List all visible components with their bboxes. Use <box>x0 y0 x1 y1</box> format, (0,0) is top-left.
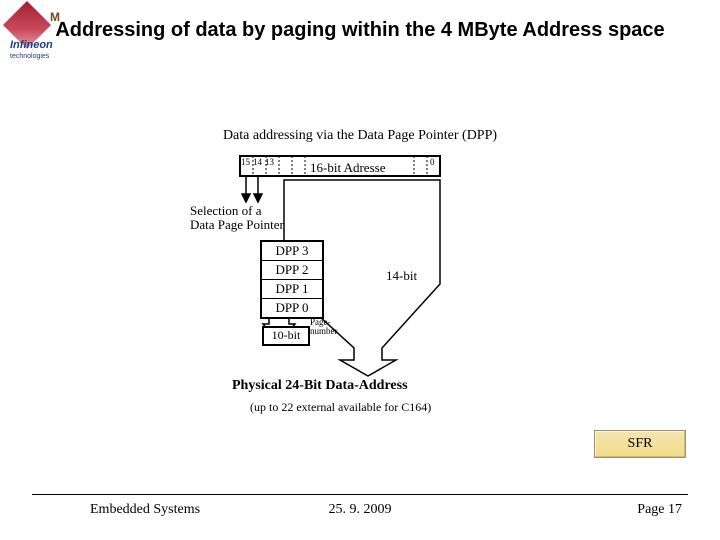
page-subtitle: Data addressing via the Data Page Pointe… <box>0 128 720 144</box>
sixteen-bit-label: 16-bit Adresse <box>310 160 385 176</box>
bit-label-0: 0 <box>430 157 435 167</box>
bit-label-13: 13 <box>265 157 274 167</box>
bit-label-15: 15 <box>241 157 250 167</box>
sfr-button[interactable]: SFR <box>594 430 686 458</box>
logo-text: Infineon technologies <box>10 40 53 60</box>
physical-address-label: Physical 24-Bit Data-Address <box>232 378 408 394</box>
footer-divider <box>32 494 688 495</box>
page-title: Addressing of data by paging within the … <box>0 18 720 42</box>
physical-address-note: (up to 22 external available for C164) <box>250 400 431 415</box>
selection-label: Selection of a Data Page Pointer <box>190 204 284 231</box>
dpp-row-1: DPP 1 <box>262 280 322 299</box>
footer-right: Page 17 <box>637 502 682 518</box>
page-number-label: Page- number <box>310 318 338 336</box>
ten-bit-box: 10-bit <box>262 326 310 346</box>
bit-label-14: 14 <box>253 157 262 167</box>
footer-center: 25. 9. 2009 <box>0 502 720 518</box>
fourteen-bit-label: 14-bit <box>386 268 417 284</box>
dpp-row-2: DPP 2 <box>262 261 322 280</box>
dpp-row-0: DPP 0 <box>262 299 322 317</box>
dpp-row-3: DPP 3 <box>262 242 322 261</box>
dpp-table: DPP 3 DPP 2 DPP 1 DPP 0 <box>260 240 324 319</box>
